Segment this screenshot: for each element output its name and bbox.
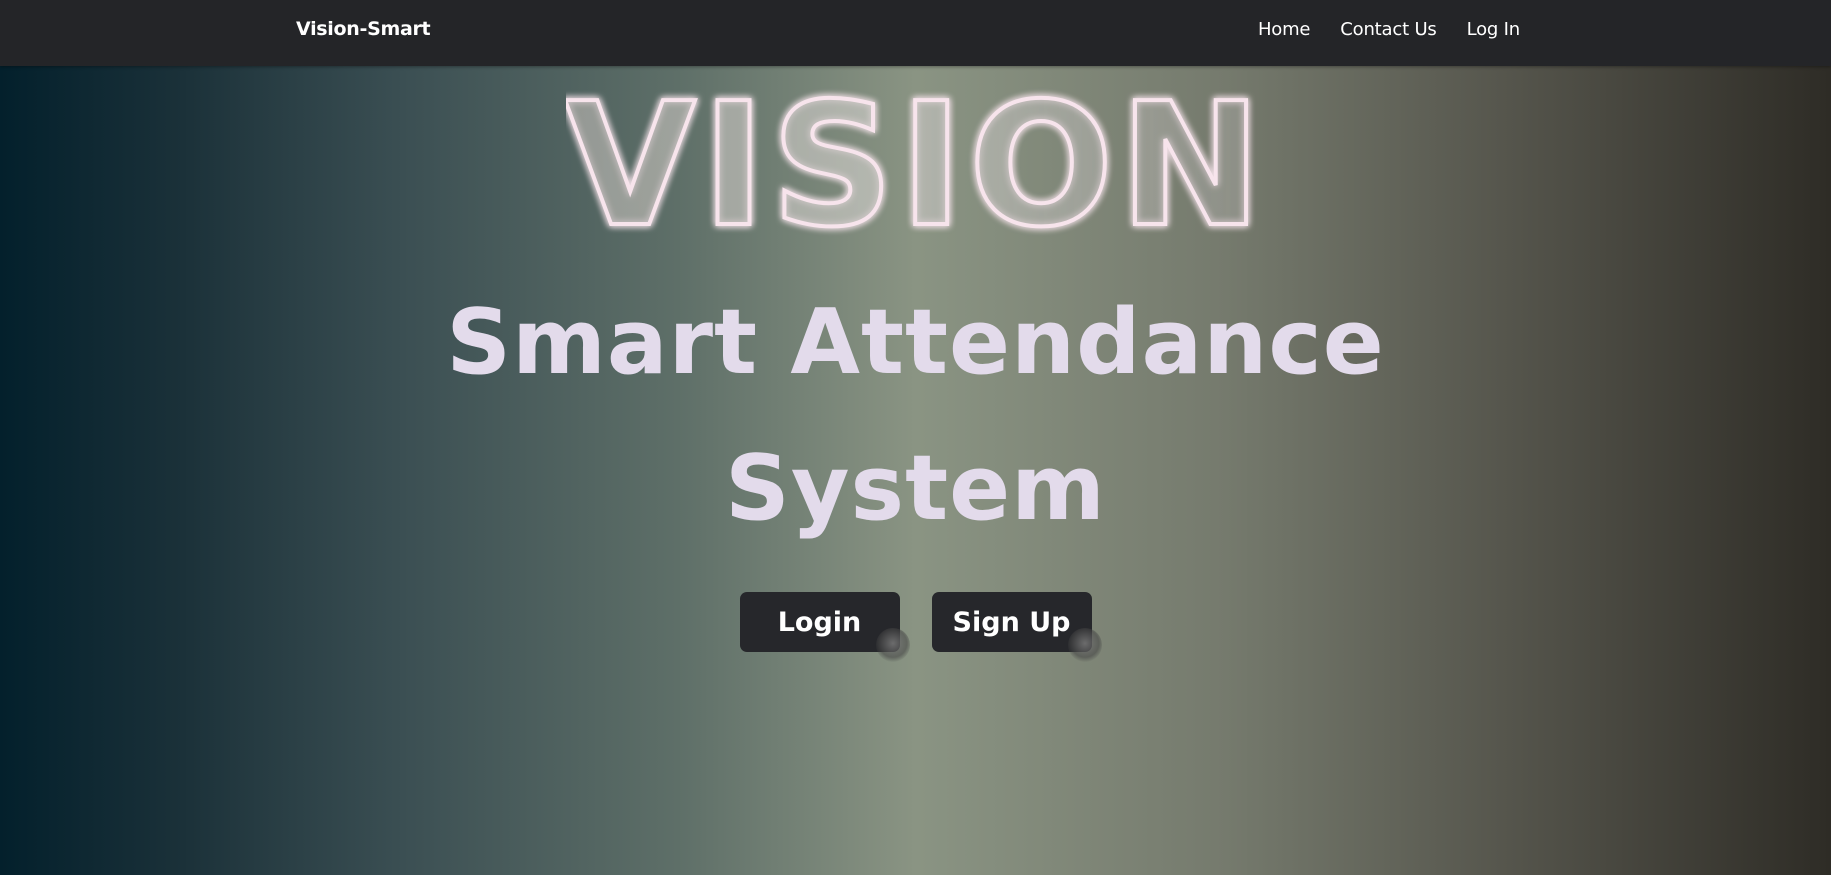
button-orb-decoration (875, 628, 910, 662)
sign-up-button[interactable]: Sign Up (931, 592, 1102, 662)
brand-logo[interactable]: Vision-Smart (296, 18, 431, 40)
neon-logo-text: VISION (566, 78, 1266, 238)
hero-actions: Login Sign Up (0, 592, 1831, 662)
neon-logo-svg: VISION (566, 78, 1266, 238)
hero-neon-logo: VISION (0, 78, 1831, 238)
nav-link-home[interactable]: Home (1258, 19, 1311, 40)
headline-line-1: Smart Attendance (446, 290, 1385, 395)
nav-link-contact-us[interactable]: Contact Us (1340, 19, 1437, 40)
nav-links: Home Contact Us Log In (1258, 19, 1520, 40)
login-button-label: Login (777, 606, 862, 638)
hero-headline: Smart Attendance System (0, 270, 1831, 562)
sign-up-button-label: Sign Up (952, 606, 1071, 638)
login-button[interactable]: Login (739, 592, 910, 662)
top-navbar: Vision-Smart Home Contact Us Log In (0, 0, 1831, 66)
headline-line-2: System (725, 436, 1106, 541)
nav-link-log-in[interactable]: Log In (1467, 19, 1521, 40)
button-orb-decoration (1067, 628, 1102, 662)
